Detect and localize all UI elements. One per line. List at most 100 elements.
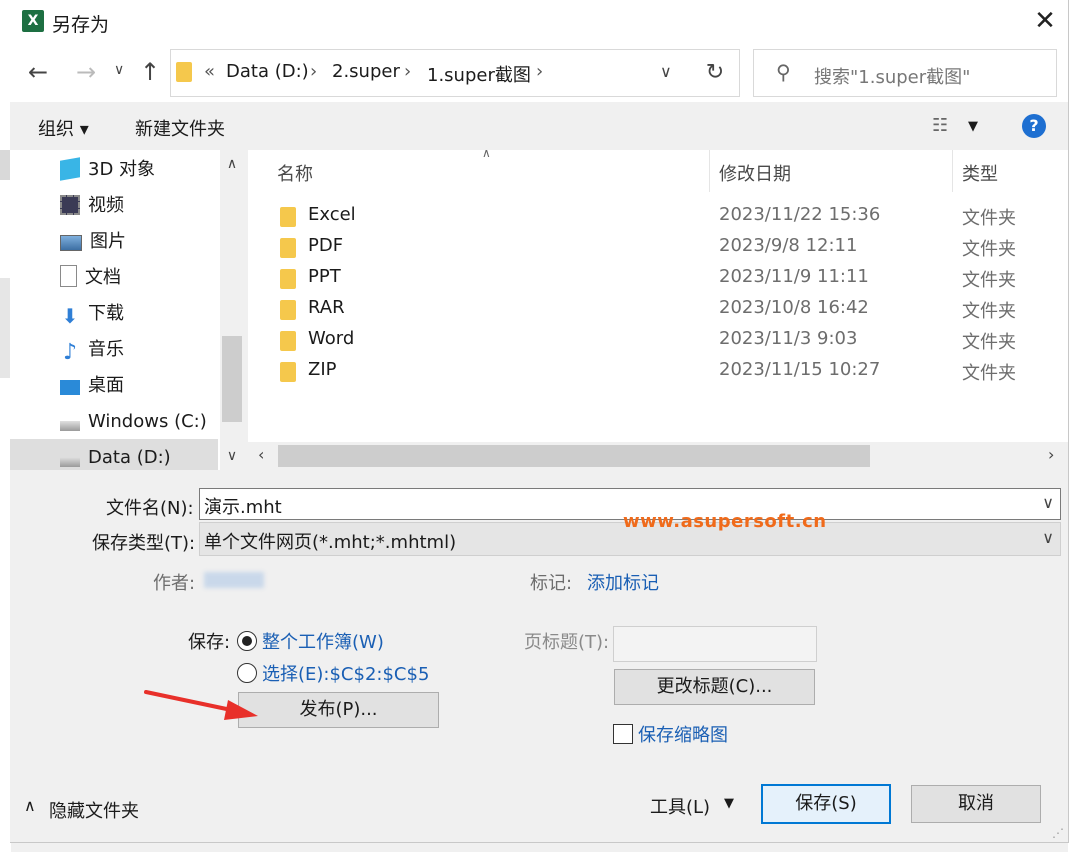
- chevron-down-icon[interactable]: ∨: [1042, 493, 1054, 512]
- nav-item-label: 桌面: [88, 375, 124, 396]
- scroll-up-icon[interactable]: ∧: [220, 156, 244, 172]
- chevron-down-icon[interactable]: ∨: [1042, 528, 1054, 547]
- file-type: 文件夹: [962, 239, 1016, 260]
- title-bar: [10, 0, 1068, 44]
- nav-item-label: 文档: [85, 267, 121, 288]
- scroll-right-icon[interactable]: ›: [1048, 445, 1054, 464]
- new-folder-button[interactable]: 新建文件夹: [135, 115, 225, 141]
- file-type: 文件夹: [962, 363, 1016, 384]
- navigation-pane: 3D 对象 视频 图片 文档 ⬇ 下载 ♪ 音乐 桌面 Windows (C:) D…: [10, 150, 244, 470]
- file-row[interactable]: Word 2023/11/3 9:03 文件夹: [268, 325, 1058, 356]
- organize-button[interactable]: 组织 ▾: [38, 115, 89, 141]
- chevron-right-icon[interactable]: ›: [310, 61, 317, 82]
- hide-folders-toggle[interactable]: 隐藏文件夹: [49, 797, 139, 823]
- nav-item-3d-objects[interactable]: 3D 对象: [60, 152, 155, 188]
- column-header-type[interactable]: 类型: [962, 160, 998, 186]
- forward-arrow-icon[interactable]: →: [76, 58, 96, 86]
- breadcrumb-1-super[interactable]: 1.super截图: [427, 61, 531, 87]
- file-name: Excel: [308, 204, 356, 225]
- address-history-dropdown-icon[interactable]: ∨: [660, 62, 672, 81]
- filename-label: 文件名(N):: [106, 498, 194, 519]
- file-name: ZIP: [308, 359, 337, 380]
- nav-item-label: 下载: [88, 303, 124, 324]
- radio-whole-workbook-label[interactable]: 整个工作簿(W): [262, 628, 384, 654]
- radio-selection-label[interactable]: 选择(E):$C$2:$C$5: [262, 660, 429, 686]
- file-list-horizontal-scrollbar[interactable]: ‹ ›: [248, 442, 1068, 470]
- chevron-right-icon[interactable]: ›: [536, 61, 543, 82]
- sort-ascending-icon: ∧: [482, 146, 491, 160]
- file-name: PDF: [308, 235, 344, 256]
- folder-icon: [280, 300, 296, 320]
- nav-item-documents[interactable]: 文档: [60, 260, 121, 296]
- background-app-right: [1068, 0, 1080, 852]
- video-icon: [60, 195, 80, 215]
- file-name: PPT: [308, 266, 341, 287]
- folder-icon: [280, 269, 296, 289]
- chevron-up-icon[interactable]: ∧: [24, 796, 36, 815]
- pictures-icon: [60, 235, 82, 251]
- file-date: 2023/9/8 12:11: [719, 235, 858, 256]
- folder-icon: [280, 331, 296, 351]
- file-date: 2023/10/8 16:42: [719, 297, 869, 318]
- resize-grip-icon[interactable]: ⋰: [1052, 826, 1064, 840]
- up-arrow-icon[interactable]: ↑: [140, 58, 160, 86]
- save-thumbnail-checkbox[interactable]: [613, 724, 633, 744]
- file-row[interactable]: ZIP 2023/11/15 10:27 文件夹: [268, 356, 1058, 387]
- nav-item-video[interactable]: 视频: [60, 188, 124, 224]
- column-header-date[interactable]: 修改日期: [719, 160, 791, 186]
- scrollbar-thumb[interactable]: [222, 336, 242, 422]
- tools-menu[interactable]: 工具(L): [650, 793, 710, 819]
- downloads-icon: ⬇: [61, 304, 79, 328]
- view-dropdown-icon[interactable]: ▼: [968, 119, 978, 134]
- chevron-right-icon[interactable]: ›: [404, 61, 411, 82]
- back-arrow-icon[interactable]: ←: [28, 58, 48, 86]
- nav-item-music[interactable]: ♪ 音乐: [60, 332, 124, 368]
- folder-icon: [280, 207, 296, 227]
- column-divider: [952, 150, 953, 192]
- nav-item-desktop[interactable]: 桌面: [60, 368, 124, 404]
- file-name: RAR: [308, 297, 345, 318]
- excel-icon: X: [22, 10, 44, 32]
- nav-item-downloads[interactable]: ⬇ 下载: [60, 296, 124, 332]
- nav-item-pictures[interactable]: 图片: [60, 224, 126, 260]
- change-title-button[interactable]: 更改标题(C)...: [614, 669, 815, 705]
- radio-whole-workbook[interactable]: [237, 631, 257, 651]
- page-title-input[interactable]: [613, 626, 817, 662]
- filetype-label: 保存类型(T):: [92, 533, 196, 554]
- breadcrumb-overflow[interactable]: «: [204, 61, 215, 82]
- tools-dropdown-icon[interactable]: ▼: [724, 796, 734, 811]
- author-value-redacted[interactable]: [204, 572, 264, 588]
- dialog-title: 另存为: [52, 14, 110, 36]
- search-icon: ⚲: [776, 60, 791, 84]
- file-row[interactable]: Excel 2023/11/22 15:36 文件夹: [268, 201, 1058, 232]
- close-icon[interactable]: ✕: [1030, 6, 1060, 36]
- scroll-down-icon[interactable]: ∨: [220, 448, 244, 464]
- watermark-text: www.asupersoft.cn: [623, 511, 827, 532]
- breadcrumb-2-super[interactable]: 2.super: [332, 61, 400, 82]
- save-button[interactable]: 保存(S): [761, 784, 891, 824]
- scroll-left-icon[interactable]: ‹: [258, 445, 264, 464]
- 3d-objects-icon: [60, 157, 80, 181]
- cancel-button[interactable]: 取消: [911, 785, 1041, 823]
- nav-scrollbar[interactable]: ∧ ∨: [220, 150, 244, 470]
- nav-item-label: 音乐: [88, 339, 124, 360]
- radio-selection[interactable]: [237, 663, 257, 683]
- publish-button[interactable]: 发布(P)...: [238, 692, 439, 728]
- file-row[interactable]: RAR 2023/10/8 16:42 文件夹: [268, 294, 1058, 325]
- file-row[interactable]: PDF 2023/9/8 12:11 文件夹: [268, 232, 1058, 263]
- refresh-icon[interactable]: ↻: [691, 49, 740, 97]
- nav-item-data-d[interactable]: Data (D:): [60, 440, 171, 470]
- search-input[interactable]: ⚲ 搜索"1.super截图": [753, 49, 1057, 97]
- help-icon[interactable]: ?: [1022, 114, 1046, 138]
- breadcrumb-data-d[interactable]: Data (D:): [226, 61, 309, 82]
- add-tags-link[interactable]: 添加标记: [587, 569, 659, 595]
- recent-dropdown-icon[interactable]: ∨: [114, 62, 124, 78]
- column-header-name[interactable]: 名称: [277, 160, 313, 186]
- view-options-icon[interactable]: ☷: [932, 115, 948, 136]
- file-row[interactable]: PPT 2023/11/9 11:11 文件夹: [268, 263, 1058, 294]
- file-type: 文件夹: [962, 208, 1016, 229]
- folder-icon: [280, 238, 296, 258]
- scrollbar-thumb[interactable]: [278, 445, 870, 467]
- nav-item-windows-c[interactable]: Windows (C:): [60, 404, 207, 440]
- save-thumbnail-label[interactable]: 保存缩略图: [638, 721, 728, 747]
